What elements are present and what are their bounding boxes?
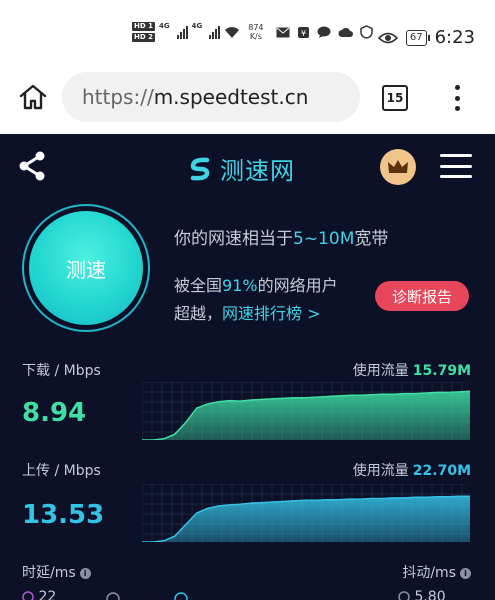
- battery-level: 67: [409, 32, 423, 43]
- signal-1-icon: [176, 25, 188, 39]
- vip-button[interactable]: [380, 149, 416, 185]
- menu-dot-icon: [454, 85, 460, 90]
- upload-latency-icon: [174, 592, 188, 600]
- percentile-suffix: 的网络用户: [257, 276, 338, 295]
- jitter-info-icon[interactable]: i: [460, 567, 471, 579]
- jitter-label: 抖动/ms i: [402, 562, 471, 582]
- speedtest-logo-icon: [190, 157, 210, 180]
- upload-usage: 使用流量 22.70M: [353, 460, 471, 480]
- diagnosis-report-button[interactable]: 诊断报告: [375, 281, 469, 311]
- jitter-icon: [398, 591, 410, 600]
- upload-usage-value: 22.70M: [412, 463, 471, 479]
- download-usage-value: 15.79M: [412, 363, 471, 379]
- signal-2-icon: [209, 25, 221, 39]
- hd1-badge: HD 1: [132, 22, 155, 31]
- upload-speed-value: 13.53: [22, 500, 105, 530]
- cloud-icon: [338, 27, 353, 37]
- ranking-text: 超越，网速排行榜 >: [174, 300, 321, 324]
- latency-number: 22: [38, 589, 57, 600]
- upload-speed-chart: [142, 484, 470, 542]
- ranking-prefix: 超越，: [174, 304, 223, 323]
- summary-prefix: 你的网速相当于: [174, 229, 293, 249]
- jitter-number: 5.80: [414, 589, 446, 600]
- eye-icon: [377, 32, 398, 43]
- download-label: 下载 / Mbps: [22, 363, 101, 379]
- start-test-button[interactable]: 测速: [29, 211, 143, 325]
- menu-line-icon: [440, 164, 472, 168]
- url-host: m.speedtest.cn: [153, 85, 309, 109]
- menu-dot-icon: [454, 95, 460, 101]
- ping-icon: [22, 591, 34, 600]
- latency-label: 时延/ms i: [22, 562, 91, 582]
- percentile-value: 91%: [222, 276, 258, 295]
- download-speed-chart: [142, 382, 470, 440]
- speed-equivalent-text: 你的网速相当于5~10M宽带: [174, 224, 388, 249]
- download-latency-icon: [106, 592, 120, 600]
- url-scheme: https://: [82, 85, 154, 109]
- browser-toolbar: https://m.speedtest.cn 15: [0, 70, 495, 134]
- wifi-icon: [225, 26, 240, 38]
- sim2-network-label: 4G: [191, 22, 203, 30]
- brand-name: 测速网: [220, 157, 295, 185]
- hd-indicators: HD 1 HD 2: [132, 22, 155, 42]
- tab-switcher-button[interactable]: 15: [382, 85, 408, 111]
- latency-info-icon[interactable]: i: [79, 567, 91, 579]
- network-speed: 874 K/s: [248, 23, 263, 41]
- more-menu-button[interactable]: [445, 82, 469, 114]
- network-speed-value: 874: [248, 23, 264, 32]
- diagnosis-report-label: 诊断报告: [391, 287, 452, 306]
- crown-icon: [388, 160, 408, 173]
- brand-logo: 测速网: [186, 151, 295, 186]
- percentile-text: 被全国91%的网络用户: [174, 272, 338, 296]
- menu-line-icon: [440, 175, 472, 178]
- ranking-link[interactable]: 网速排行榜 >: [222, 304, 321, 323]
- jitter-label-text: 抖动/ms: [402, 565, 456, 581]
- chat-icon: [317, 26, 331, 38]
- battery-indicator: 67: [405, 29, 430, 46]
- start-test-label: 测速: [66, 257, 106, 282]
- svg-text:¥: ¥: [300, 29, 305, 38]
- speedtest-app: 测速网 测速 你的网速相当于5~10M宽带 被全国91%的网络用户 超越，网速排…: [0, 134, 495, 600]
- status-left: HD 1 HD 2 4G 4G 874 K/s ¥: [132, 22, 373, 42]
- hd2-badge: HD 2: [132, 33, 155, 42]
- download-usage-label: 使用流量: [352, 363, 409, 379]
- sim1-network-label: 4G: [158, 22, 170, 30]
- network-speed-unit: K/s: [249, 32, 262, 41]
- status-right: 67 6:23: [377, 27, 475, 48]
- share-button[interactable]: [16, 150, 48, 186]
- status-bar: HD 1 HD 2 4G 4G 874 K/s ¥ 67 6:23: [0, 0, 495, 70]
- home-icon: [19, 84, 47, 110]
- menu-dot-icon: [454, 106, 460, 111]
- notification-icons: ¥: [276, 25, 373, 39]
- jitter-value: 5.80: [398, 589, 446, 600]
- shield-icon: [359, 25, 373, 39]
- home-button[interactable]: [16, 80, 50, 114]
- summary-suffix: 宽带: [354, 229, 389, 249]
- share-icon: [19, 151, 45, 181]
- percentile-prefix: 被全国: [174, 276, 223, 295]
- bandwidth-range: 5~10M: [293, 229, 355, 249]
- latency-value: 22: [22, 589, 56, 600]
- tab-count: 15: [386, 91, 404, 105]
- download-speed-value: 8.94: [22, 398, 87, 428]
- upload-label: 上传 / Mbps: [22, 463, 101, 479]
- clock: 6:23: [434, 27, 475, 48]
- latency-label-text: 时延/ms: [22, 565, 76, 581]
- menu-line-icon: [440, 154, 472, 157]
- upload-usage-label: 使用流量: [352, 463, 409, 479]
- coin-icon: ¥: [297, 26, 309, 38]
- mail-icon: [276, 27, 290, 37]
- test-ring: 测速: [22, 204, 150, 332]
- address-bar[interactable]: https://m.speedtest.cn: [62, 72, 360, 122]
- download-usage: 使用流量 15.79M: [353, 360, 471, 380]
- menu-button[interactable]: [440, 154, 472, 178]
